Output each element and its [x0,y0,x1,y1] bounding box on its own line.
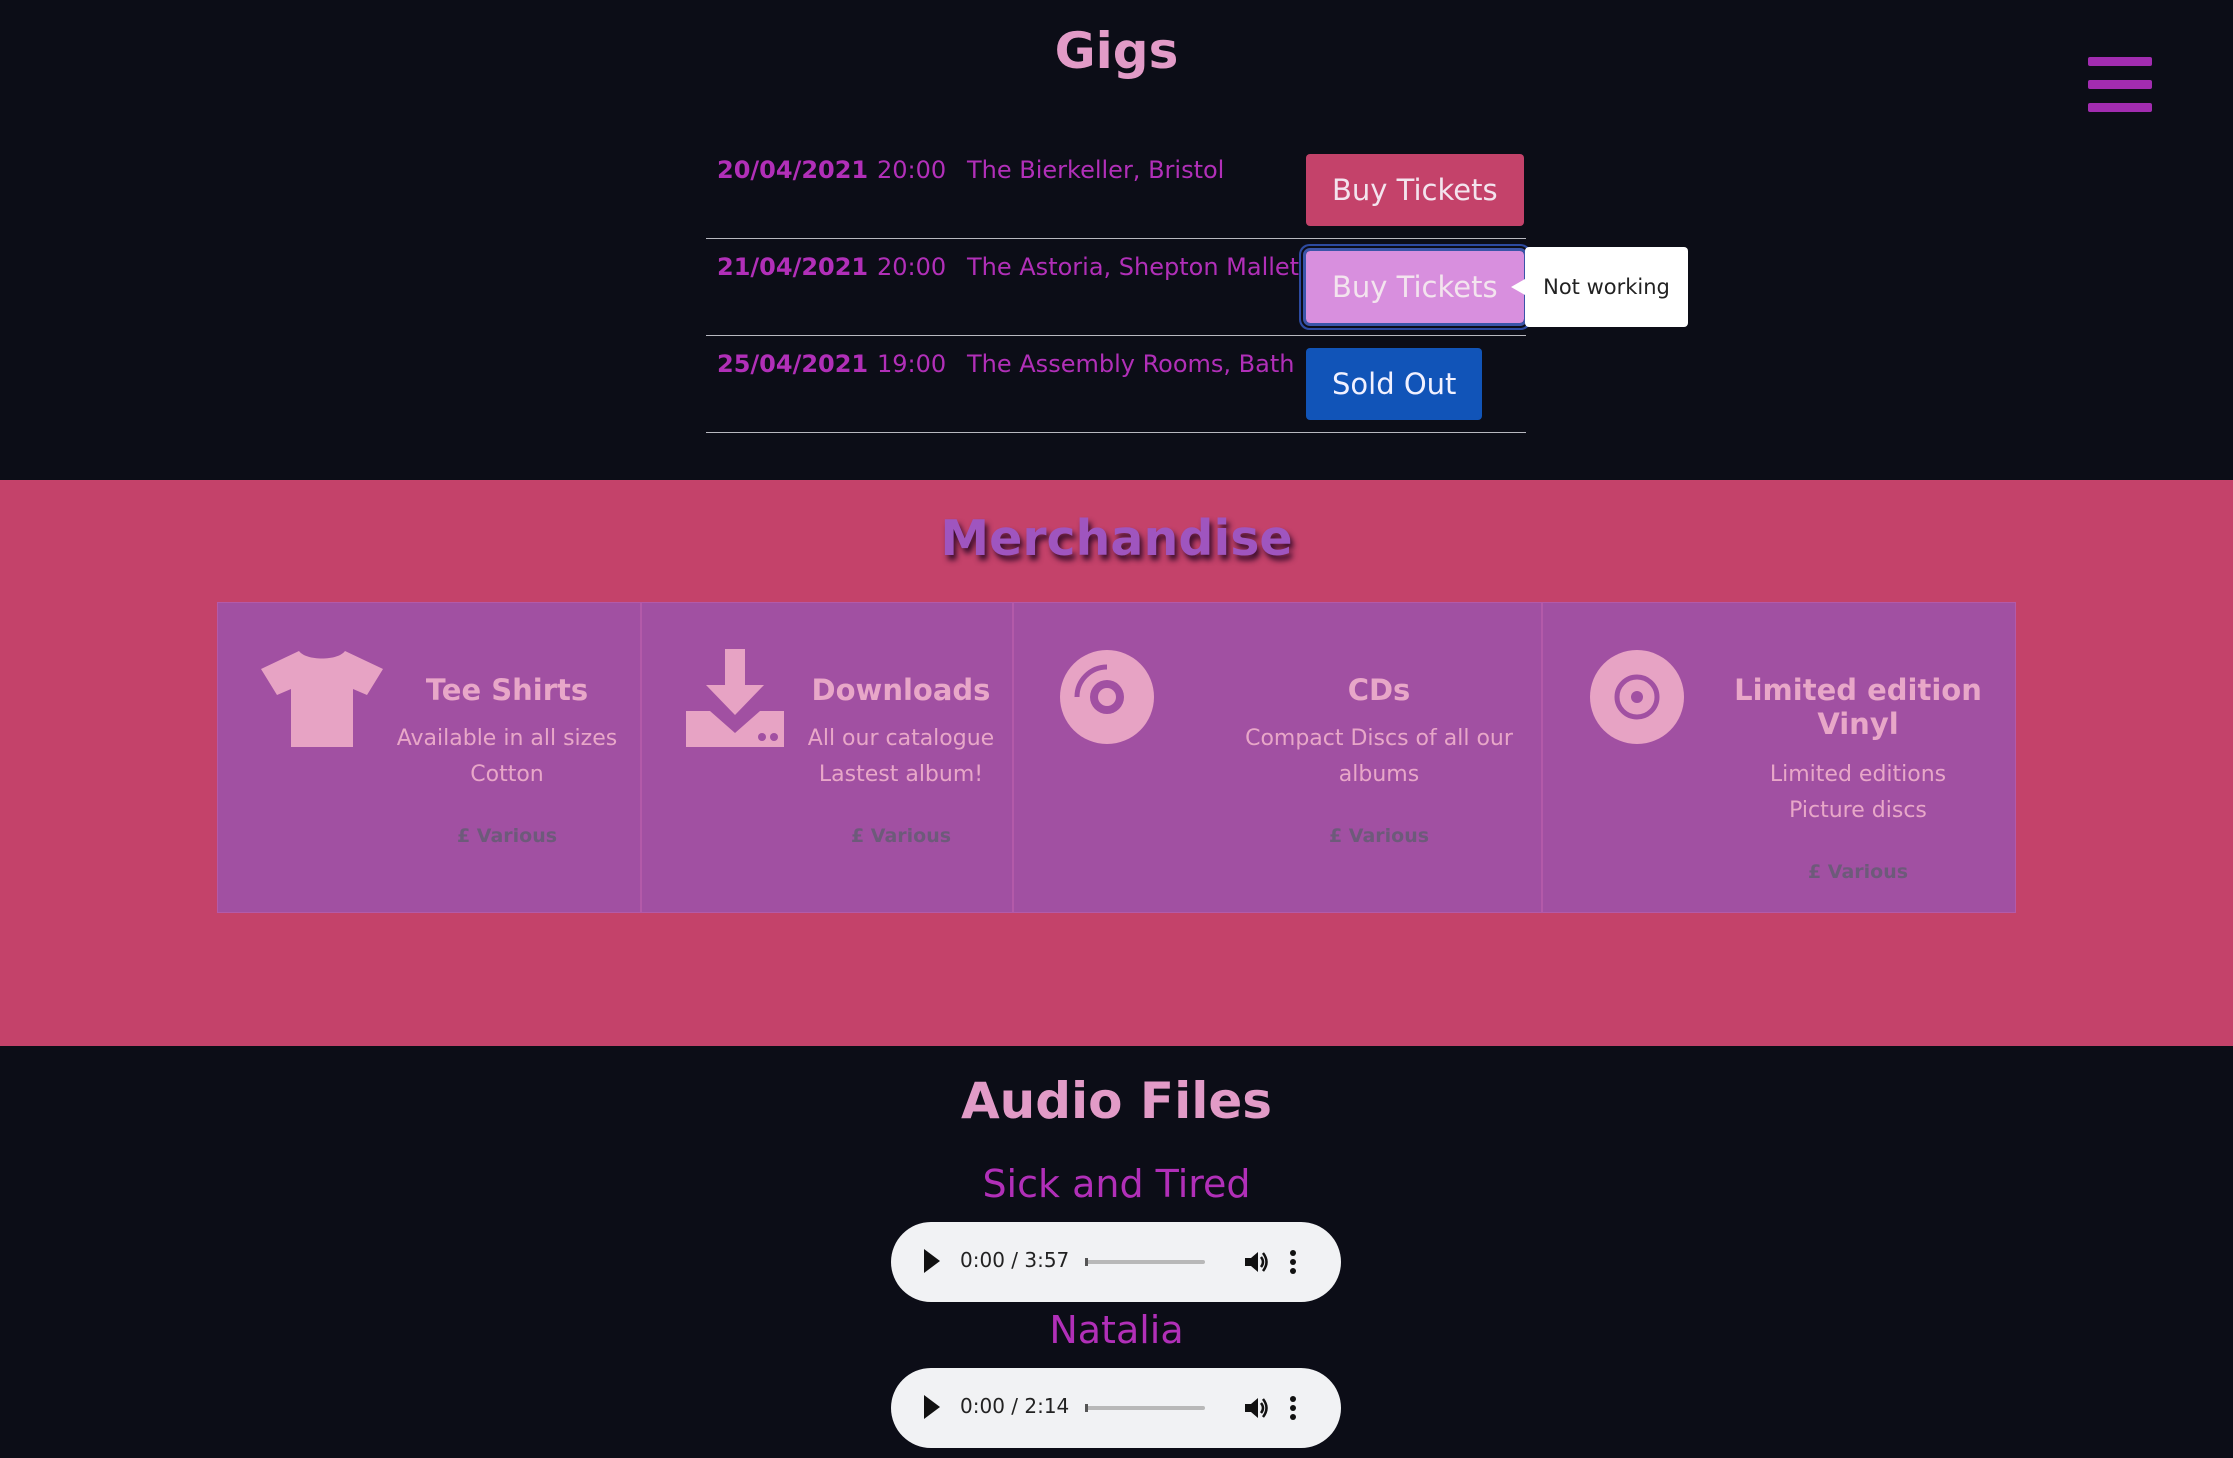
card-title: CDs [1347,673,1411,707]
audio-files-heading: Audio Files [960,1072,1273,1130]
card-description: Limited editions Picture discs [1733,757,1983,829]
track-title: Sick and Tired [982,1162,1251,1206]
card-description: Available in all sizes Cotton [378,721,636,793]
card-price: £ Various [1328,825,1430,847]
card-title: Tee Shirts [425,673,589,707]
more-options-icon[interactable] [1289,1394,1297,1422]
card-desc-line: Cotton [470,762,544,787]
card-desc-line: Lastest album! [818,762,984,787]
more-options-icon[interactable] [1289,1248,1297,1276]
card-price: £ Various [1807,861,1909,883]
gig-row: 20/04/2021 20:00 The Bierkeller, Bristol… [706,142,1526,239]
buy-tickets-button[interactable]: Buy Tickets [1306,154,1524,226]
gig-venue: The Assembly Rooms, Bath [967,350,1295,378]
audio-player[interactable]: 0:00 / 2:14 [891,1368,1341,1448]
gigs-table: 20/04/2021 20:00 The Bierkeller, Bristol… [706,142,1527,433]
card-price: £ Various [850,825,952,847]
merchandise-heading: Merchandise [940,510,1293,567]
audio-player[interactable]: 0:00 / 3:57 [891,1222,1341,1302]
download-icon [686,649,784,747]
play-icon[interactable] [924,1395,940,1419]
card-title: Limited edition Vinyl [1733,673,1983,741]
hamburger-bar [2088,80,2152,89]
merch-card-vinyl[interactable]: Limited edition Vinyl Limited editions P… [1542,602,2016,913]
gig-venue: The Bierkeller, Bristol [967,156,1225,184]
buy-tickets-button[interactable]: Buy Tickets [1303,248,1527,326]
vinyl-record-icon [1590,650,1684,744]
gig-row: 25/04/2021 19:00 The Assembly Rooms, Bat… [706,336,1526,433]
gig-date: 20/04/2021 [717,156,869,184]
not-working-tooltip: Not working [1511,247,1688,327]
card-desc-line: albums [1338,762,1420,787]
track-title: Natalia [1049,1308,1184,1352]
card-price: £ Various [456,825,558,847]
gig-date: 21/04/2021 [717,253,869,281]
gig-time: 19:00 [877,350,947,378]
sold-out-button[interactable]: Sold Out [1306,348,1483,420]
card-desc-line: Limited editions [1769,762,1947,787]
merch-cards: Tee Shirts Available in all sizes Cotton… [217,602,2016,913]
card-title-line: Vinyl [1817,707,1899,741]
audio-time: 0:00 / 3:57 [960,1248,1070,1272]
gig-row: 21/04/2021 20:00 The Astoria, Shepton Ma… [706,239,1527,336]
merchandise-section: Merchandise Tee Shirts Available in all … [0,480,2233,1046]
merch-card-tee-shirts[interactable]: Tee Shirts Available in all sizes Cotton… [217,602,641,913]
gig-venue: The Astoria, Shepton Mallett [967,253,1309,281]
gig-time: 20:00 [877,156,947,184]
play-icon[interactable] [924,1249,940,1273]
card-desc-line: Picture discs [1789,798,1927,823]
card-desc-line: All our catalogue [807,726,995,751]
merch-card-cds[interactable]: CDs Compact Discs of all our albums £ Va… [1013,602,1542,913]
hamburger-bar [2088,103,2152,112]
card-desc-line: Compact Discs of all our [1245,726,1513,751]
audio-progress-bar[interactable] [1085,1404,1205,1412]
volume-icon[interactable] [1242,1248,1270,1276]
gig-date: 25/04/2021 [717,350,869,378]
card-description: Compact Discs of all our albums [1224,721,1534,793]
gigs-heading: Gigs [1054,22,1179,80]
cd-icon [1060,650,1154,744]
card-title-line: Limited edition [1734,673,1982,707]
audio-time: 0:00 / 2:14 [960,1394,1070,1418]
gig-time: 20:00 [877,253,947,281]
audio-progress-bar[interactable] [1085,1258,1205,1266]
tshirt-icon [261,651,383,747]
card-description: All our catalogue Lastest album! [792,721,1010,793]
card-desc-line: Available in all sizes [396,726,618,751]
merch-card-downloads[interactable]: Downloads All our catalogue Lastest albu… [641,602,1013,913]
card-title: Downloads [811,673,991,707]
volume-icon[interactable] [1242,1394,1270,1422]
